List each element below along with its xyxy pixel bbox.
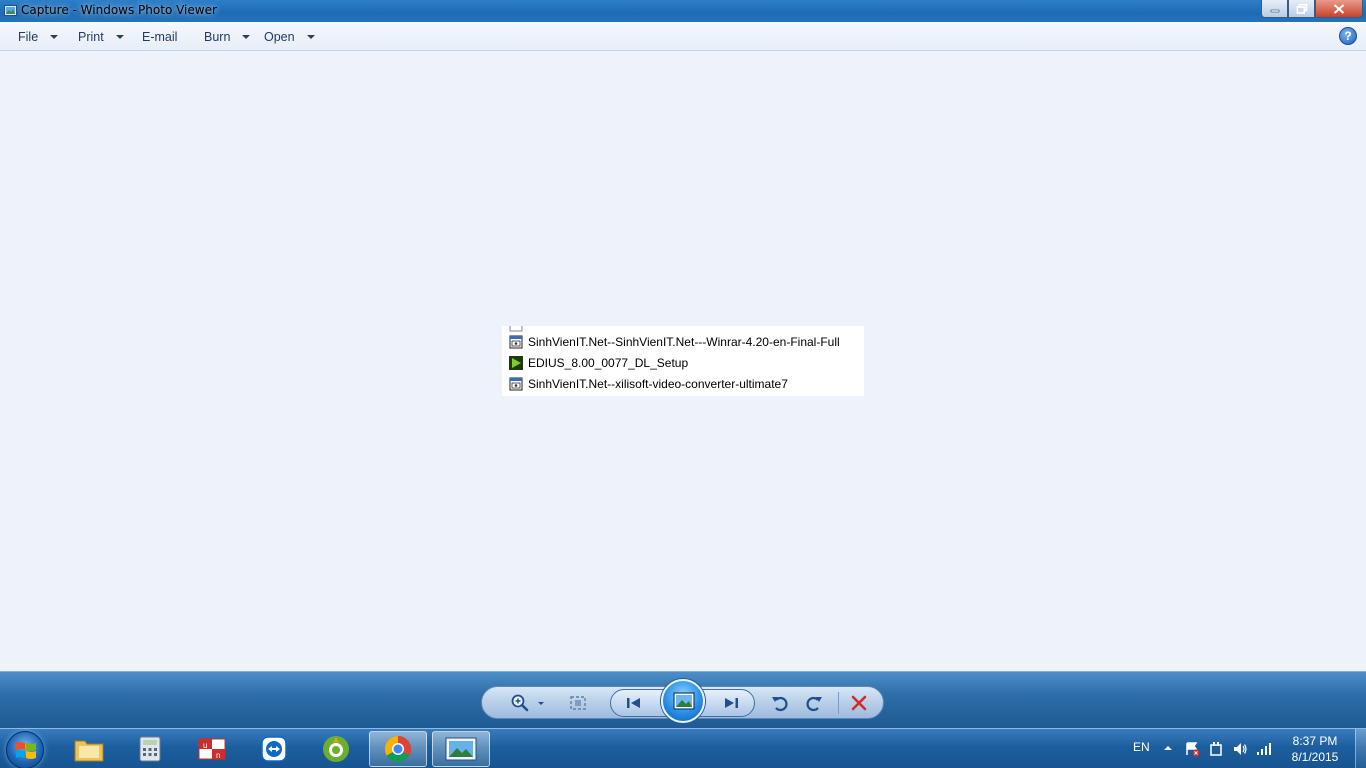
- email-label: E-mail: [142, 30, 178, 44]
- file-name: SinhVienIT.Net--SinhVienIT.Net---Winrar-…: [528, 335, 840, 349]
- taskbar-teamviewer[interactable]: [245, 731, 303, 767]
- slideshow-icon[interactable]: [661, 679, 705, 723]
- zoom-icon[interactable]: [509, 692, 531, 714]
- svg-text:n: n: [216, 751, 220, 760]
- previous-icon[interactable]: [623, 692, 645, 714]
- help-icon[interactable]: ?: [1339, 27, 1357, 45]
- close-button[interactable]: [1315, 0, 1363, 18]
- print-menu-label: Print: [78, 30, 104, 44]
- menu-bar: File Print E-mail Burn Open: [0, 22, 1366, 51]
- start-button[interactable]: [6, 731, 44, 768]
- window-title: Capture - Windows Photo Viewer: [21, 3, 217, 17]
- next-icon[interactable]: [720, 692, 742, 714]
- volume-icon[interactable]: [1232, 741, 1248, 757]
- actual-size-icon[interactable]: [567, 692, 589, 714]
- rotate-counterclockwise-icon[interactable]: [769, 692, 791, 714]
- title-bar: Capture - Windows Photo Viewer: [0, 0, 1366, 22]
- list-item: EDIUS_8.00_0077_DL_Setup: [509, 353, 688, 373]
- language-indicator[interactable]: EN: [1133, 740, 1150, 754]
- chevron-down-icon: [242, 35, 251, 39]
- file-menu[interactable]: File: [18, 28, 59, 46]
- system-clock[interactable]: 8:37 PM 8/1/2015: [1280, 733, 1350, 765]
- rotate-clockwise-icon[interactable]: [803, 692, 825, 714]
- list-item: SinhVienIT.Net--xilisoft-video-converter…: [509, 374, 788, 394]
- unikey-icon: u n: [198, 738, 226, 760]
- taskbar-coc-coc[interactable]: [307, 731, 365, 767]
- installer-icon: [509, 335, 523, 349]
- calculator-icon: [139, 736, 161, 762]
- restore-button[interactable]: [1288, 0, 1315, 18]
- windows-logo-icon: [16, 742, 36, 759]
- minimize-button[interactable]: [1261, 0, 1288, 18]
- taskbar-photo-viewer[interactable]: [432, 731, 490, 767]
- clock-date: 8/1/2015: [1291, 750, 1339, 764]
- taskbar-file-explorer[interactable]: [60, 731, 118, 767]
- taskbar-calculator[interactable]: [121, 731, 179, 767]
- chrome-icon: [384, 735, 412, 763]
- email-button[interactable]: E-mail: [142, 28, 177, 46]
- clock-time: 8:37 PM: [1292, 734, 1338, 748]
- separator: [838, 692, 839, 714]
- file-explorer-icon: [74, 740, 104, 762]
- coc-coc-icon: [323, 736, 349, 762]
- photo-viewer-app-icon[interactable]: [4, 4, 17, 17]
- network-signal-icon[interactable]: [1256, 741, 1272, 757]
- file-menu-label: File: [18, 30, 39, 44]
- action-center-icon[interactable]: [1184, 741, 1200, 757]
- burn-menu[interactable]: Burn: [204, 28, 251, 46]
- show-hidden-icons-icon[interactable]: [1163, 743, 1173, 753]
- installer-icon: [509, 377, 523, 391]
- viewer-control-bar: [0, 671, 1366, 728]
- open-menu[interactable]: Open: [264, 28, 315, 46]
- edius-play-icon: [509, 356, 523, 370]
- taskbar-unikey[interactable]: u n: [183, 731, 241, 767]
- print-menu[interactable]: Print: [78, 28, 124, 46]
- burn-menu-label: Burn: [204, 30, 231, 44]
- teamviewer-icon: [261, 736, 287, 762]
- show-desktop-button[interactable]: [1355, 729, 1366, 768]
- taskbar-chrome[interactable]: [369, 731, 427, 767]
- battery-power-icon[interactable]: [1208, 741, 1224, 757]
- svg-text:u: u: [203, 741, 207, 750]
- photo-viewer-icon: [445, 737, 477, 761]
- open-menu-label: Open: [264, 30, 295, 44]
- zoom-dropdown-icon[interactable]: [530, 692, 544, 714]
- file-name: SinhVienIT.Net--xilisoft-video-converter…: [528, 377, 788, 391]
- chevron-down-icon: [115, 35, 124, 39]
- list-item: SinhVienIT.Net--SinhVienIT.Net---Winrar-…: [509, 332, 840, 352]
- delete-icon[interactable]: [848, 692, 870, 714]
- displayed-image: SinhVienIT.Net--SinhVienIT.Net---Winrar-…: [502, 326, 864, 396]
- chevron-down-icon: [306, 35, 315, 39]
- file-name: EDIUS_8.00_0077_DL_Setup: [528, 356, 689, 370]
- chevron-down-icon: [50, 35, 59, 39]
- taskbar: u n EN 8:37 PM 8/1/2015: [0, 728, 1366, 768]
